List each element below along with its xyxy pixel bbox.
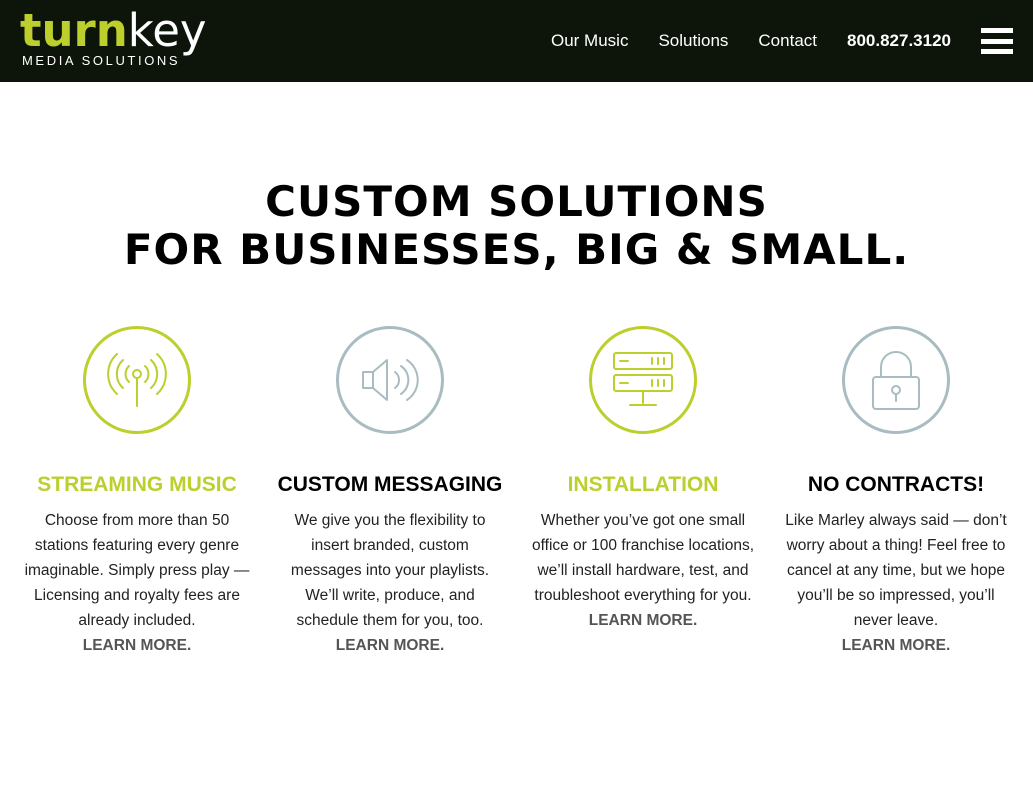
feature-text: We give you the flexibility to insert br… [290,512,490,629]
feature-title: CUSTOM MESSAGING [277,473,503,496]
page-headline: CUSTOM SOLUTIONS FOR BUSINESSES, BIG & S… [0,178,1033,274]
logo-turn-text: turn [20,4,128,57]
server-icon [589,326,697,434]
nav-contact[interactable]: Contact [758,31,817,51]
feature-no-contracts: NO CONTRACTS! Like Marley always said — … [780,326,1012,658]
hamburger-icon[interactable] [981,28,1013,54]
nav-our-music[interactable]: Our Music [551,31,628,51]
feature-text: Whether you’ve got one small office or 1… [531,512,754,604]
phone-link[interactable]: 800.827.3120 [847,31,951,51]
feature-title: INSTALLATION [567,473,719,496]
speaker-icon [336,326,444,434]
lock-icon [842,326,950,434]
feature-title: STREAMING MUSIC [37,473,237,496]
learn-more-link[interactable]: LEARN MORE. [527,608,759,633]
learn-more-link[interactable]: LEARN MORE. [780,633,1012,658]
learn-more-link[interactable]: LEARN MORE. [274,633,506,658]
logo-wordmark: turnkey [20,6,207,56]
feature-text: Choose from more than 50 stations featur… [24,512,250,629]
feature-custom-messaging: CUSTOM MESSAGING We give you the flexibi… [274,326,506,658]
hamburger-bar [981,49,1013,54]
feature-streaming-music: STREAMING MUSIC Choose from more than 50… [21,326,253,658]
logo-link[interactable]: turnkey MEDIA SOLUTIONS [20,6,207,69]
feature-title: NO CONTRACTS! [807,473,985,496]
hamburger-bar [981,38,1013,44]
logo-subtitle: MEDIA SOLUTIONS [22,53,181,68]
learn-more-link[interactable]: LEARN MORE. [21,633,253,658]
broadcast-icon [83,326,191,434]
nav-solutions[interactable]: Solutions [658,31,728,51]
logo-key-text: key [127,4,207,57]
site-header: turnkey MEDIA SOLUTIONS Our Music Soluti… [0,0,1033,82]
headline-line-1: CUSTOM SOLUTIONS [265,177,768,226]
hamburger-bar [981,28,1013,33]
headline-line-2: FOR BUSINESSES, BIG & SMALL. [123,225,910,274]
feature-installation: INSTALLATION Whether you’ve got one smal… [527,326,759,633]
feature-text: Like Marley always said — don’t worry ab… [785,512,1007,629]
main-nav: Our Music Solutions Contact 800.827.3120 [521,0,1013,82]
